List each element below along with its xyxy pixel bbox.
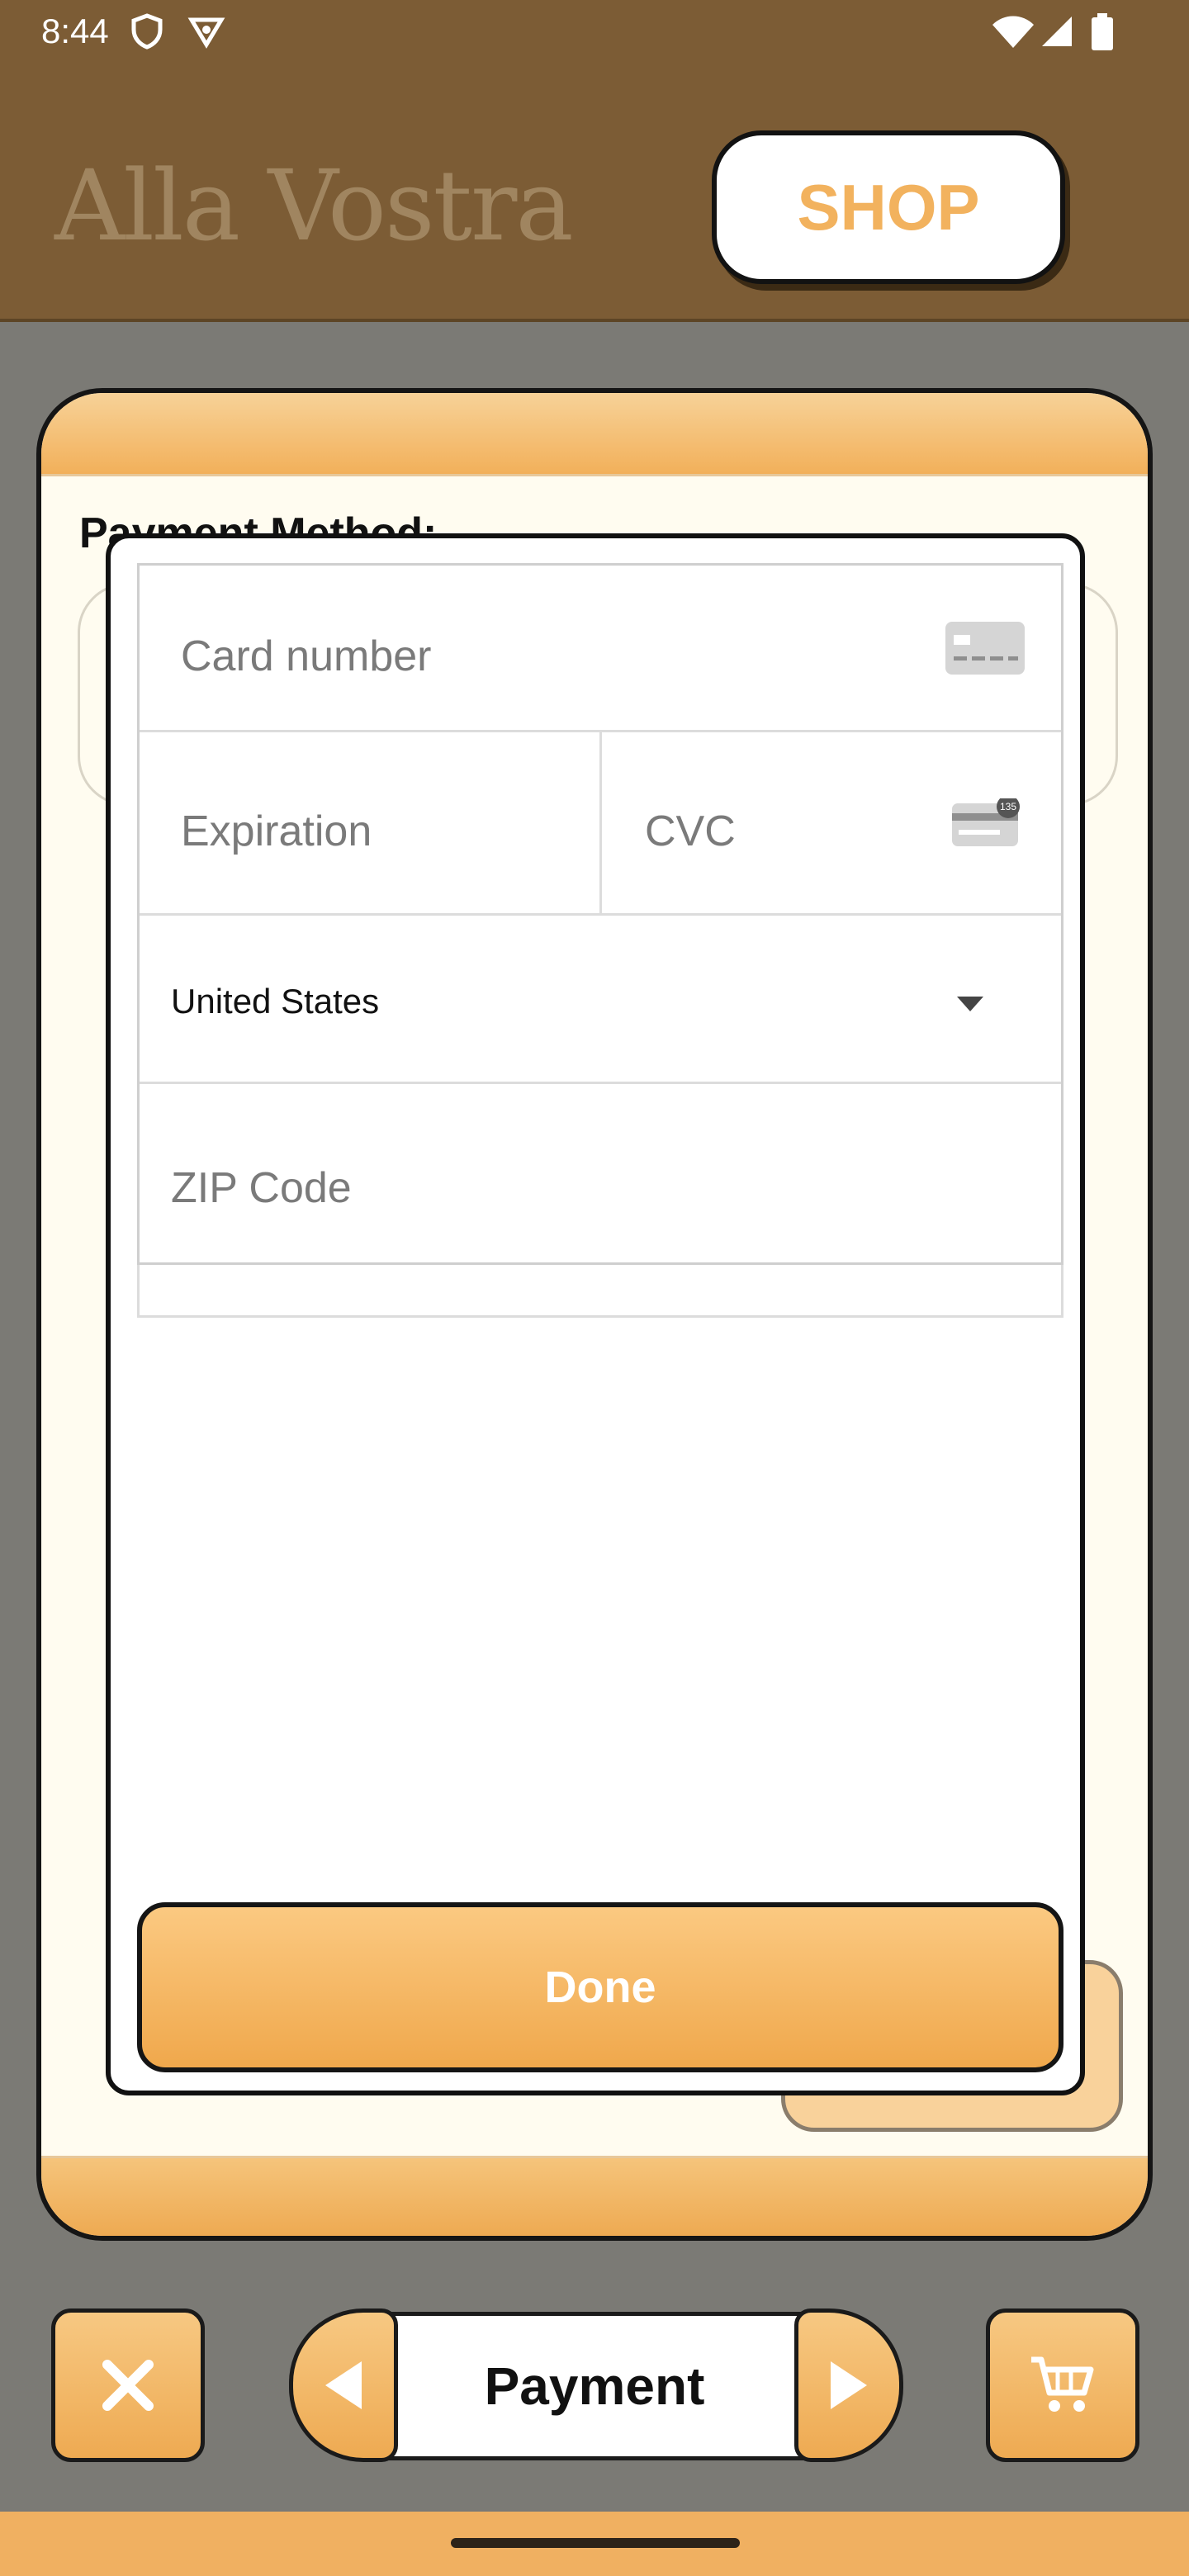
home-indicator[interactable]	[451, 2538, 740, 2548]
arrow-right-icon	[831, 2361, 867, 2409]
step-label: Payment	[484, 2356, 705, 2416]
card-number-input[interactable]: Card number	[181, 632, 431, 681]
card-top-band	[41, 393, 1148, 476]
form-bottom-edge	[137, 1265, 1063, 1318]
zip-input[interactable]: ZIP Code	[171, 1163, 352, 1213]
shield-icon	[131, 13, 163, 50]
step-label-box: Payment	[388, 2312, 801, 2460]
cart-button[interactable]	[986, 2308, 1139, 2462]
status-time: 8:44	[41, 12, 109, 50]
country-select[interactable]: United States	[140, 916, 1061, 1084]
vpn-icon	[187, 17, 225, 49]
close-icon	[102, 2360, 154, 2411]
cvc-card-icon: 135	[952, 798, 1020, 846]
exp-cvc-row: Expiration CVC 135	[140, 732, 1061, 916]
cvc-icon-digits: 135	[1000, 801, 1016, 812]
wifi-icon	[992, 16, 1034, 48]
status-bar: 8:44	[0, 0, 1189, 64]
cvc-input[interactable]: CVC	[645, 807, 736, 856]
close-button[interactable]	[51, 2308, 205, 2462]
chevron-down-icon	[957, 997, 983, 1011]
cart-icon	[1031, 2356, 1094, 2412]
payment-modal: Card number Expiration CVC 135 United St…	[106, 533, 1085, 2095]
expiration-field[interactable]: Expiration	[140, 732, 602, 913]
done-button[interactable]: Done	[137, 1902, 1063, 2072]
expiration-input[interactable]: Expiration	[181, 807, 372, 856]
battery-icon	[1092, 13, 1113, 50]
signal-icon	[1042, 17, 1072, 46]
shop-button[interactable]: SHOP	[712, 130, 1065, 284]
card-number-row[interactable]: Card number	[140, 566, 1061, 732]
zip-row[interactable]: ZIP Code	[140, 1084, 1061, 1267]
brand-logo: Alla Vostra	[54, 149, 574, 263]
country-value: United States	[171, 982, 380, 1020]
cvc-field[interactable]: CVC 135	[602, 732, 1064, 913]
card-form: Card number Expiration CVC 135 United St…	[137, 563, 1063, 1265]
arrow-left-icon	[325, 2361, 362, 2409]
card-brand-icon	[945, 622, 1025, 675]
card-bottom-band	[41, 2156, 1148, 2236]
